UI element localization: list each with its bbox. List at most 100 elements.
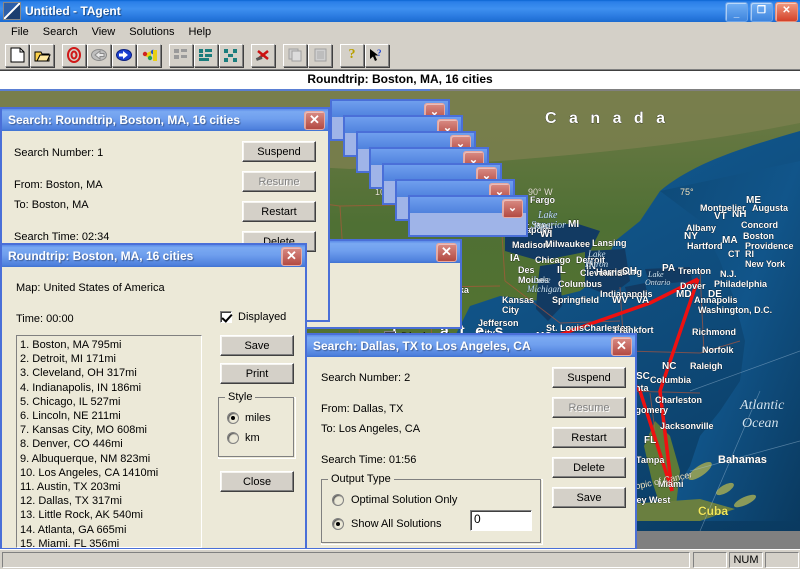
svg-text:PA: PA: [662, 263, 675, 274]
list-item[interactable]: 1. Boston, MA 795mi: [20, 338, 198, 352]
new-file-icon[interactable]: [5, 43, 29, 67]
roundtrip-close-button[interactable]: ✕: [281, 247, 302, 266]
minimize-button[interactable]: _: [725, 2, 748, 22]
radio-optimal-solution[interactable]: [332, 494, 344, 506]
route-marker-icon[interactable]: [137, 43, 161, 67]
search-dallas-restart-button[interactable]: Restart: [552, 427, 626, 448]
search-dallas-title-bar[interactable]: Search: Dallas, TX to Los Angeles, CA ✕: [307, 335, 635, 357]
search-boston-resume-button[interactable]: Resume: [242, 171, 316, 192]
search-dallas-close-button[interactable]: ✕: [611, 337, 632, 356]
roundtrip-close-action-button[interactable]: Close: [220, 471, 294, 492]
svg-text:Lansing: Lansing: [592, 238, 627, 248]
style-option-miles[interactable]: miles: [227, 412, 271, 424]
roundtrip-displayed-checkbox[interactable]: Displayed: [220, 311, 286, 323]
status-indicator-num: NUM: [729, 551, 763, 568]
roundtrip-print-button[interactable]: Print: [220, 363, 294, 384]
roundtrip-window[interactable]: Roundtrip: Boston, MA, 16 cities ✕ Map: …: [0, 243, 307, 550]
list-item[interactable]: 12. Dallas, TX 317mi: [20, 494, 198, 508]
list-item[interactable]: 14. Atlanta, GA 665mi: [20, 523, 198, 537]
radio-show-all-solutions[interactable]: [332, 518, 344, 530]
search-boston-title-bar[interactable]: Search: Roundtrip, Boston, MA, 16 cities…: [2, 109, 328, 131]
svg-text:City: City: [502, 305, 519, 315]
arrow-right-disabled-icon[interactable]: [87, 43, 111, 67]
svg-text:Washington, D.C.: Washington, D.C.: [698, 305, 772, 315]
list-item[interactable]: 2. Detroit, MI 171mi: [20, 352, 198, 366]
tree-gray-icon[interactable]: [169, 43, 193, 67]
menu-item-solutions[interactable]: Solutions: [122, 24, 181, 40]
search-boston-restart-button[interactable]: Restart: [242, 201, 316, 222]
menu-item-search[interactable]: Search: [36, 24, 85, 40]
list-item[interactable]: 4. Indianapolis, IN 186mi: [20, 381, 198, 395]
svg-text:IL: IL: [557, 265, 566, 276]
help-question-icon[interactable]: ?: [340, 43, 364, 67]
search-dallas-number-label: Search Number: 2: [321, 372, 411, 384]
status-indicator-3: [765, 551, 799, 568]
search-dallas-suspend-button[interactable]: Suspend: [552, 367, 626, 388]
svg-text:Jacksonville: Jacksonville: [660, 421, 714, 431]
checkbox-box[interactable]: [220, 311, 232, 323]
svg-text:Montpelier: Montpelier: [700, 203, 746, 213]
list-item[interactable]: 8. Denver, CO 446mi: [20, 437, 198, 451]
search-dallas-delete-button[interactable]: Delete: [552, 457, 626, 478]
list-item[interactable]: 7. Kansas City, MO 608mi: [20, 423, 198, 437]
svg-text:Raleigh: Raleigh: [690, 361, 723, 371]
delete-red-x-icon[interactable]: [251, 43, 275, 67]
svg-text:75°: 75°: [680, 187, 694, 197]
svg-text:Ocean: Ocean: [742, 416, 779, 431]
svg-text:Hartford: Hartford: [687, 241, 723, 251]
stop-target-icon[interactable]: [62, 43, 86, 67]
search-boston-suspend-button[interactable]: Suspend: [242, 141, 316, 162]
roundtrip-city-list[interactable]: 1. Boston, MA 795mi 2. Detroit, MI 171mi 3…: [16, 335, 202, 548]
solution-count-input[interactable]: 0: [470, 510, 532, 531]
maximize-button[interactable]: ❐: [750, 2, 773, 22]
search-dallas-body: Search Number: 2 From: Dallas, TX To: Lo…: [307, 357, 635, 548]
arrow-left-blue-icon[interactable]: [112, 43, 136, 67]
list-item[interactable]: 3. Cleveland, OH 317mi: [20, 366, 198, 380]
output-option-show-all[interactable]: Show All Solutions: [332, 518, 442, 530]
minimized-window-7[interactable]: ⌄: [408, 195, 528, 237]
style-option-km[interactable]: km: [227, 432, 260, 444]
svg-text:Columbus: Columbus: [558, 279, 602, 289]
restore-down-icon-7[interactable]: ⌄: [502, 199, 523, 218]
svg-text:Michigan: Michigan: [526, 284, 562, 294]
output-option-optimal[interactable]: Optimal Solution Only: [332, 494, 457, 506]
paste-disabled-icon[interactable]: [308, 43, 332, 67]
search-dallas-save-button[interactable]: Save: [552, 487, 626, 508]
tree-teal-icon[interactable]: [194, 43, 218, 67]
search-dallas-resume-button[interactable]: Resume: [552, 397, 626, 418]
list-item[interactable]: 9. Albuquerque, NM 823mi: [20, 452, 198, 466]
list-item[interactable]: 15. Miami, FL 356mi: [20, 537, 198, 547]
roundtrip-bg-close-button[interactable]: ✕: [436, 243, 457, 262]
app-icon: [3, 2, 21, 20]
search-boston-close-button[interactable]: ✕: [304, 111, 325, 130]
style-group: Style miles km: [218, 391, 296, 459]
close-button[interactable]: ✕: [775, 2, 798, 22]
roundtrip-displayed-label: Displayed: [238, 311, 287, 323]
network-teal-icon[interactable]: [219, 43, 243, 67]
radio-miles[interactable]: [227, 412, 239, 424]
menu-item-file[interactable]: File: [4, 24, 36, 40]
search-dallas-window[interactable]: Search: Dallas, TX to Los Angeles, CA ✕ …: [305, 333, 637, 550]
context-help-icon[interactable]: ?: [365, 43, 389, 67]
svg-text:C a n a d a: C a n a d a: [545, 110, 669, 127]
copy-disabled-icon[interactable]: [283, 43, 307, 67]
svg-text:Huron: Huron: [584, 259, 609, 269]
svg-text:Ontario: Ontario: [645, 278, 670, 287]
roundtrip-save-button[interactable]: Save: [220, 335, 294, 356]
menu-item-help[interactable]: Help: [182, 24, 219, 40]
svg-text:Lake: Lake: [587, 249, 606, 259]
search-dallas-time-label: Search Time: 01:56: [321, 454, 417, 466]
svg-text:Concord: Concord: [741, 220, 778, 230]
list-item[interactable]: 13. Little Rock, AK 540mi: [20, 508, 198, 522]
list-item[interactable]: 6. Lincoln, NE 211mi: [20, 409, 198, 423]
roundtrip-title-bar[interactable]: Roundtrip: Boston, MA, 16 cities ✕: [2, 245, 305, 267]
menu-item-view[interactable]: View: [85, 24, 123, 40]
svg-text:Cuba: Cuba: [698, 504, 728, 518]
open-folder-icon[interactable]: [30, 43, 54, 67]
output-type-group: Output Type Optimal Solution Only Show A…: [321, 473, 543, 545]
radio-km[interactable]: [227, 432, 239, 444]
list-item[interactable]: 10. Los Angeles, CA 1410mi: [20, 466, 198, 480]
list-item[interactable]: 5. Chicago, IL 527mi: [20, 395, 198, 409]
list-item[interactable]: 11. Austin, TX 203mi: [20, 480, 198, 494]
svg-text:IA: IA: [510, 253, 520, 264]
